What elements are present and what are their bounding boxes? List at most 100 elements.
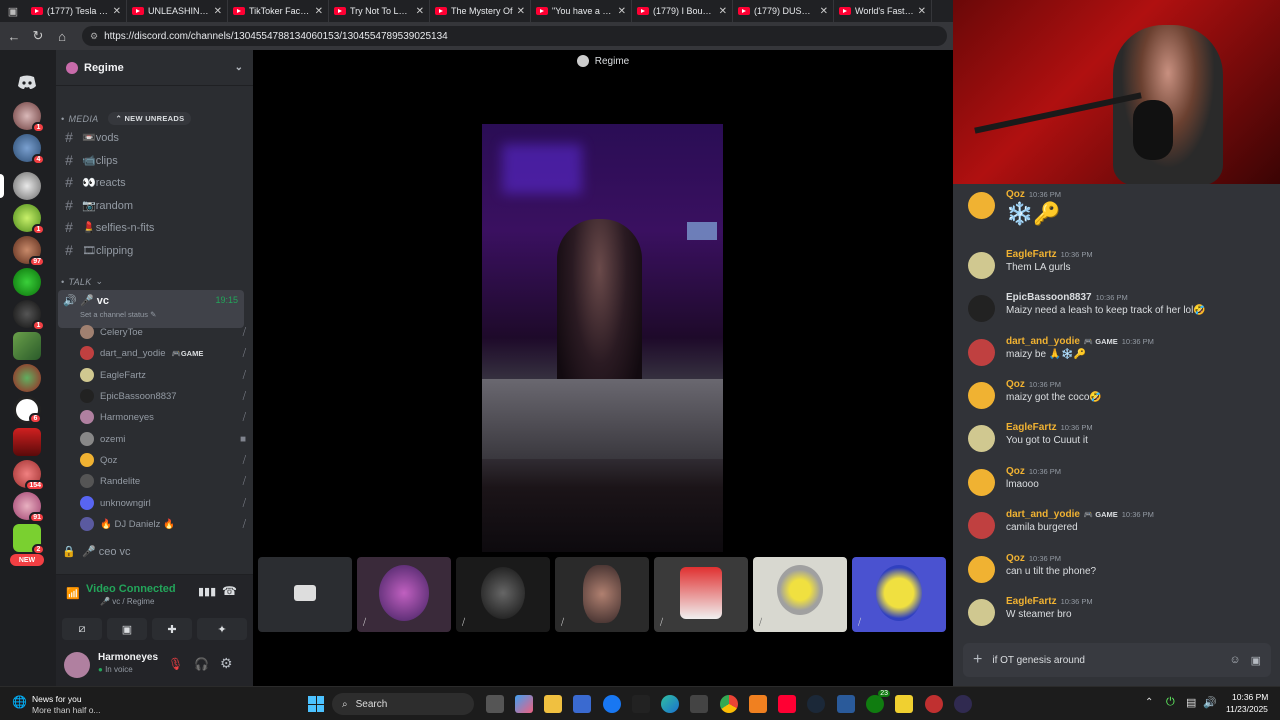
- message-input[interactable]: if OT genesis around: [992, 655, 1219, 666]
- close-icon[interactable]: ✕: [315, 6, 323, 17]
- close-icon[interactable]: ✕: [918, 6, 926, 17]
- close-icon[interactable]: ✕: [618, 6, 626, 17]
- voice-member[interactable]: dart_and_yodie 🎮GAME ⧸: [80, 343, 246, 363]
- browser-tab[interactable]: World's Fastest ✕: [834, 0, 932, 22]
- server-icon[interactable]: 97: [13, 236, 45, 267]
- participant-tile[interactable]: ⧸: [753, 557, 847, 632]
- participant-tile[interactable]: ⧸: [456, 557, 550, 632]
- browser-tab[interactable]: (1779) I Bought ✕: [632, 0, 733, 22]
- copilot-icon[interactable]: [515, 695, 533, 713]
- steam-icon[interactable]: [807, 695, 825, 713]
- voice-member[interactable]: EpicBassoon8837 ⧸: [80, 386, 246, 406]
- message-author[interactable]: EagleFartz: [1006, 596, 1057, 607]
- headphones-icon[interactable]: 🎧: [194, 657, 209, 671]
- message-author[interactable]: EagleFartz: [1006, 422, 1057, 433]
- calculator-icon[interactable]: [690, 695, 708, 713]
- channel-vods[interactable]: # 📼vods: [62, 127, 246, 147]
- close-icon[interactable]: ✕: [214, 6, 222, 17]
- taskbar-search[interactable]: ⌕ Search: [332, 693, 474, 715]
- capture-icon[interactable]: [925, 695, 943, 713]
- voice-member[interactable]: EagleFartz ⧸: [80, 365, 246, 385]
- new-badge[interactable]: NEW: [10, 554, 44, 566]
- task-view-icon[interactable]: [486, 695, 504, 713]
- facebook-icon[interactable]: [603, 695, 621, 713]
- back-arrow-icon[interactable]: ←: [4, 26, 24, 46]
- message-author[interactable]: EagleFartz: [1006, 249, 1057, 260]
- browser-tab[interactable]: UNLEASHING on ✕: [127, 0, 228, 22]
- participant-tile[interactable]: ⧸: [654, 557, 748, 632]
- browser-tab[interactable]: (1779) DUST - Yo ✕: [733, 0, 834, 22]
- store-icon[interactable]: [573, 695, 591, 713]
- browser-tab[interactable]: The Mystery Of ✕: [430, 0, 531, 22]
- close-icon[interactable]: ✕: [820, 6, 828, 17]
- voice-member[interactable]: Qoz ⧸: [80, 450, 246, 470]
- category-media[interactable]: • MEDIA ⌃ NEW UNREADS: [61, 112, 192, 125]
- server-icon[interactable]: 6: [13, 396, 42, 424]
- tab-actions-icon[interactable]: ▣: [0, 0, 26, 22]
- gif-icon[interactable]: ▣: [1251, 654, 1261, 667]
- edge-icon[interactable]: [661, 695, 679, 713]
- server-icon[interactable]: 91: [13, 492, 45, 523]
- notes-icon[interactable]: [895, 695, 913, 713]
- message-author[interactable]: Qoz: [1006, 189, 1025, 200]
- voice-member[interactable]: Harmoneyes ⧸: [80, 407, 246, 427]
- message-author[interactable]: Qoz: [1006, 379, 1025, 390]
- close-icon[interactable]: ✕: [517, 6, 525, 17]
- channel-clips[interactable]: # 📹clips: [62, 150, 246, 170]
- screen-share-button[interactable]: ▣: [107, 618, 147, 640]
- volume-icon[interactable]: 🔊: [1203, 696, 1217, 709]
- discord-home-icon[interactable]: [13, 72, 41, 92]
- server-icon[interactable]: [13, 364, 41, 392]
- server-icon[interactable]: 154: [13, 460, 45, 491]
- message-author[interactable]: dart_and_yodie: [1006, 336, 1080, 347]
- clock-date[interactable]: 11/23/2025: [1226, 704, 1268, 714]
- avatar[interactable]: [64, 652, 90, 678]
- reload-icon[interactable]: ↻: [28, 26, 48, 46]
- browser-tab[interactable]: (1777) Tesla Glue ✕: [26, 0, 127, 22]
- server-icon[interactable]: [13, 332, 41, 360]
- obs-icon[interactable]: [954, 695, 972, 713]
- server-icon[interactable]: [13, 428, 41, 456]
- close-icon[interactable]: ✕: [416, 6, 424, 17]
- close-icon[interactable]: ✕: [113, 6, 121, 17]
- voice-member[interactable]: Randelite ⧸: [80, 471, 246, 491]
- server-icon-regime[interactable]: [13, 172, 41, 200]
- channel-selfies-n-fits[interactable]: # 💄selfies-n-fits: [62, 217, 246, 237]
- server-icon[interactable]: [13, 268, 41, 296]
- voice-status[interactable]: Video Connected: [86, 583, 176, 595]
- server-icon[interactable]: 2: [13, 524, 45, 555]
- app-icon[interactable]: [837, 695, 855, 713]
- camera-toggle-button[interactable]: ⧄: [62, 618, 102, 640]
- amazon-icon[interactable]: [632, 695, 650, 713]
- server-icon[interactable]: 1: [13, 204, 45, 235]
- xbox-icon[interactable]: 23: [866, 690, 890, 713]
- new-unreads-button[interactable]: ⌃ NEW UNREADS: [108, 112, 192, 125]
- focused-video-stream[interactable]: [482, 124, 723, 552]
- participant-tile[interactable]: ⧸: [555, 557, 649, 632]
- home-icon[interactable]: ⌂: [52, 26, 72, 46]
- message-author[interactable]: dart_and_yodie: [1006, 509, 1080, 520]
- windows-start-icon[interactable]: [308, 696, 324, 712]
- server-icon[interactable]: 1: [13, 300, 45, 331]
- message-author[interactable]: EpicBassoon8837: [1006, 292, 1092, 303]
- participant-tile[interactable]: ⧸: [852, 557, 946, 632]
- message-author[interactable]: Qoz: [1006, 466, 1025, 477]
- muted-mic-icon[interactable]: 🎙: [168, 657, 183, 671]
- noise-suppression-icon[interactable]: ▮▮▮: [198, 585, 216, 598]
- chrome-icon[interactable]: [720, 695, 738, 713]
- vlc-icon[interactable]: [749, 695, 767, 713]
- voice-location[interactable]: 🎤 vc / Regime: [100, 597, 154, 606]
- activities-button[interactable]: ✚: [152, 618, 192, 640]
- url-field[interactable]: ⚙ https://discord.com/channels/130455478…: [82, 26, 947, 46]
- channel-random[interactable]: # 📷random: [62, 195, 246, 215]
- channel-reacts[interactable]: # 👀reacts: [62, 172, 246, 192]
- soundboard-button[interactable]: ✦: [197, 618, 247, 640]
- add-attachment-icon[interactable]: +: [973, 651, 982, 669]
- channel-status-link[interactable]: Set a channel status ✎: [80, 310, 156, 319]
- voice-channel-ceo-vc[interactable]: 🔒 🎤 ceo vc: [62, 541, 246, 561]
- site-info-icon[interactable]: ⚙: [90, 31, 98, 42]
- participant-tile[interactable]: ⧸: [357, 557, 451, 632]
- news-widget[interactable]: 🌐 News for you More than half o...: [12, 692, 122, 716]
- wifi-icon[interactable]: ▤: [1186, 696, 1196, 709]
- server-icon[interactable]: 4: [13, 134, 45, 165]
